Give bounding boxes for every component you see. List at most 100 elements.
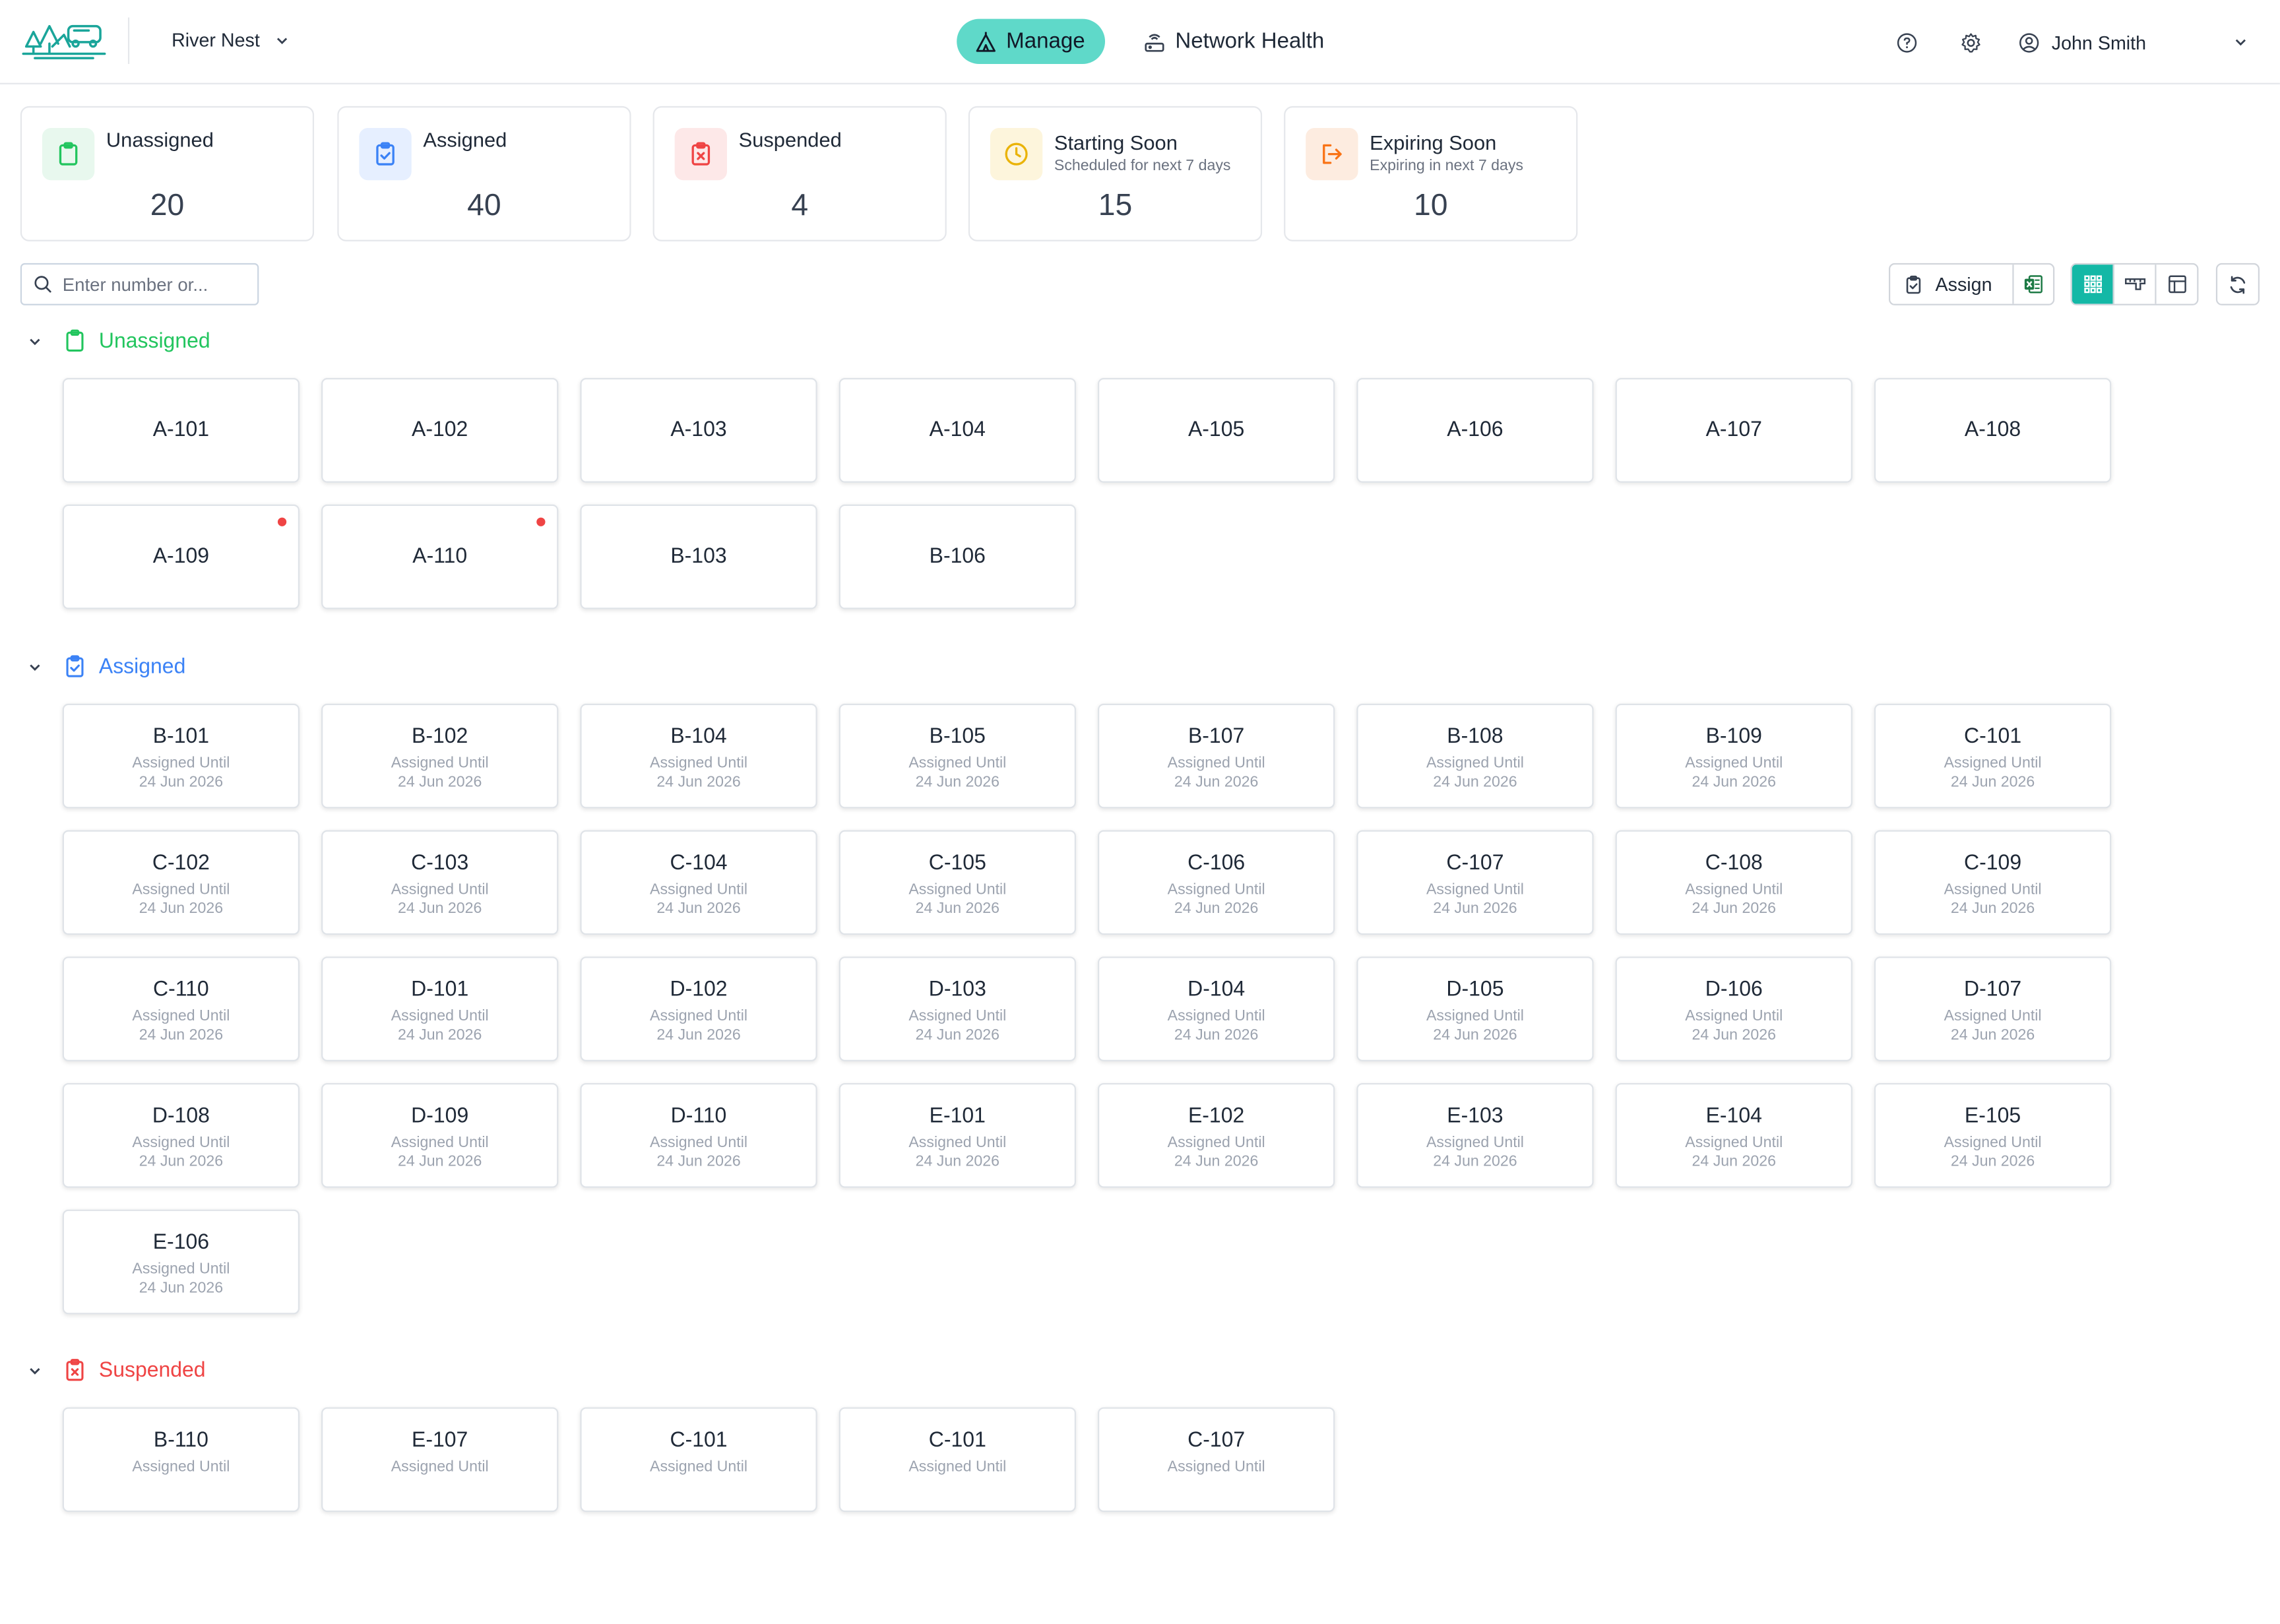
site-tile[interactable]: D-108 Assigned Until 24 Jun 2026 [62,1082,300,1188]
campground-logo-icon[interactable] [20,15,108,64]
site-name: C-101 [1964,725,2022,749]
site-tile[interactable]: A-103 [580,378,817,483]
assigned-until-date: 24 Jun 2026 [139,1279,224,1297]
site-tile[interactable]: D-107 Assigned Until 24 Jun 2026 [1874,956,2112,1061]
assigned-until-label: Assigned Until [132,1134,230,1152]
site-tile[interactable]: A-106 [1356,378,1594,483]
stat-title: Starting Soon [1054,131,1178,154]
assigned-tile-grid: B-101 Assigned Until 24 Jun 2026 B-102 Assig… [62,703,2128,1315]
site-tile[interactable]: B-106 [839,504,1076,609]
site-tile[interactable]: C-107 Assigned Until [1098,1407,1335,1513]
map-view-button[interactable] [2114,265,2157,304]
assigned-until-label: Assigned Until [132,754,230,772]
settings-button[interactable] [1957,28,1986,57]
site-tile[interactable]: B-103 [580,504,817,609]
stat-card-unassigned[interactable]: Unassigned 20 [20,106,315,241]
grid-view-button[interactable] [2072,265,2114,304]
site-tile[interactable]: E-102 Assigned Until 24 Jun 2026 [1098,1082,1335,1188]
stat-card-suspended[interactable]: Suspended 4 [652,106,947,241]
site-tile[interactable]: E-104 Assigned Until 24 Jun 2026 [1615,1082,1852,1188]
site-name: C-101 [928,1429,986,1452]
assign-label: Assign [1935,273,1992,296]
site-tile[interactable]: E-107 Assigned Until [321,1407,559,1513]
site-tile[interactable]: D-102 Assigned Until 24 Jun 2026 [580,956,817,1061]
site-tile[interactable]: B-104 Assigned Until 24 Jun 2026 [580,703,817,809]
site-tile[interactable]: D-109 Assigned Until 24 Jun 2026 [321,1082,559,1188]
site-tile[interactable]: C-107 Assigned Until 24 Jun 2026 [1356,830,1594,935]
section-header-unassigned[interactable]: Unassigned [28,328,210,353]
site-name: D-109 [411,1105,469,1129]
site-tile[interactable]: C-105 Assigned Until 24 Jun 2026 [839,830,1076,935]
site-tile[interactable]: C-101 Assigned Until [580,1407,817,1513]
assigned-until-date: 24 Jun 2026 [1950,773,2035,791]
site-tile[interactable]: D-105 Assigned Until 24 Jun 2026 [1356,956,1594,1061]
nav-tab-manage[interactable]: Manage [957,18,1106,64]
site-tile[interactable]: E-101 Assigned Until 24 Jun 2026 [839,1082,1076,1188]
stat-card-starting-soon[interactable]: Starting Soon Scheduled for next 7 days … [968,106,1263,241]
table-view-button[interactable] [2157,265,2198,304]
section-header-suspended[interactable]: Suspended [28,1358,206,1383]
site-tile[interactable]: D-106 Assigned Until 24 Jun 2026 [1615,956,1852,1061]
site-tile[interactable]: A-108 [1874,378,2112,483]
site-tile[interactable]: B-105 Assigned Until 24 Jun 2026 [839,703,1076,809]
property-selector[interactable]: River Nest [172,29,289,51]
site-tile[interactable]: C-104 Assigned Until 24 Jun 2026 [580,830,817,935]
assigned-until-date: 24 Jun 2026 [1950,1026,2035,1044]
site-tile[interactable]: C-108 Assigned Until 24 Jun 2026 [1615,830,1852,935]
chevron-down-icon [276,37,287,44]
site-tile[interactable]: D-101 Assigned Until 24 Jun 2026 [321,956,559,1061]
site-tile[interactable]: B-109 Assigned Until 24 Jun 2026 [1615,703,1852,809]
site-tile[interactable]: C-102 Assigned Until 24 Jun 2026 [62,830,300,935]
site-tile[interactable]: A-110 [321,504,559,609]
help-button[interactable] [1893,28,1922,57]
stat-card-assigned[interactable]: Assigned 40 [337,106,631,241]
export-excel-button[interactable] [2014,265,2054,304]
site-tile[interactable]: B-108 Assigned Until 24 Jun 2026 [1356,703,1594,809]
nav-tab-network-health[interactable]: Network Health [1125,19,1345,64]
assign-button-group: Assign [1888,263,2055,305]
property-name: River Nest [172,29,260,51]
site-tile[interactable]: A-101 [62,378,300,483]
map-layout-icon [2124,278,2145,290]
site-tile[interactable]: B-102 Assigned Until 24 Jun 2026 [321,703,559,809]
site-tile[interactable]: A-109 [62,504,300,609]
alert-dot [277,517,287,526]
site-tile[interactable]: C-103 Assigned Until 24 Jun 2026 [321,830,559,935]
site-tile[interactable]: D-110 Assigned Until 24 Jun 2026 [580,1082,817,1188]
stat-card-expiring-soon[interactable]: Expiring Soon Expiring in next 7 days 10 [1284,106,1578,241]
assigned-until-date: 24 Jun 2026 [915,1152,1000,1171]
assigned-until-date: 24 Jun 2026 [139,773,224,791]
site-tile[interactable]: D-103 Assigned Until 24 Jun 2026 [839,956,1076,1061]
site-tile[interactable]: A-102 [321,378,559,483]
chevron-down-icon[interactable] [28,334,45,348]
site-tile[interactable]: E-103 Assigned Until 24 Jun 2026 [1356,1082,1594,1188]
site-tile[interactable]: C-101 Assigned Until [839,1407,1076,1513]
site-name: C-104 [670,852,728,875]
site-tile[interactable]: C-110 Assigned Until 24 Jun 2026 [62,956,300,1061]
section-header-assigned[interactable]: Assigned [28,654,185,679]
assigned-until-date: 24 Jun 2026 [1174,773,1259,791]
site-tile[interactable]: A-107 [1615,378,1852,483]
assigned-until-label: Assigned Until [132,1458,230,1476]
site-tile[interactable]: B-107 Assigned Until 24 Jun 2026 [1098,703,1335,809]
refresh-button[interactable] [2215,263,2260,305]
user-menu[interactable]: John Smith [2018,31,2248,53]
chevron-down-icon[interactable] [28,660,45,674]
search-input[interactable] [62,274,252,295]
site-tile[interactable]: A-105 [1098,378,1335,483]
site-tile[interactable]: A-104 [839,378,1076,483]
site-tile[interactable]: C-106 Assigned Until 24 Jun 2026 [1098,830,1335,935]
site-tile[interactable]: E-105 Assigned Until 24 Jun 2026 [1874,1082,2112,1188]
site-tile[interactable]: C-109 Assigned Until 24 Jun 2026 [1874,830,2112,935]
chevron-down-icon[interactable] [28,1363,45,1377]
site-tile[interactable]: C-101 Assigned Until 24 Jun 2026 [1874,703,2112,809]
search-box[interactable] [20,263,259,305]
assigned-until-date: 24 Jun 2026 [656,773,741,791]
site-tile[interactable]: B-110 Assigned Until [62,1407,300,1513]
site-tile[interactable]: B-101 Assigned Until 24 Jun 2026 [62,703,300,809]
chevron-down-icon [2235,39,2246,46]
assign-button[interactable]: Assign [1890,265,2014,304]
site-tile[interactable]: D-104 Assigned Until 24 Jun 2026 [1098,956,1335,1061]
stat-count: 40 [467,189,501,223]
site-tile[interactable]: E-106 Assigned Until 24 Jun 2026 [62,1209,300,1315]
